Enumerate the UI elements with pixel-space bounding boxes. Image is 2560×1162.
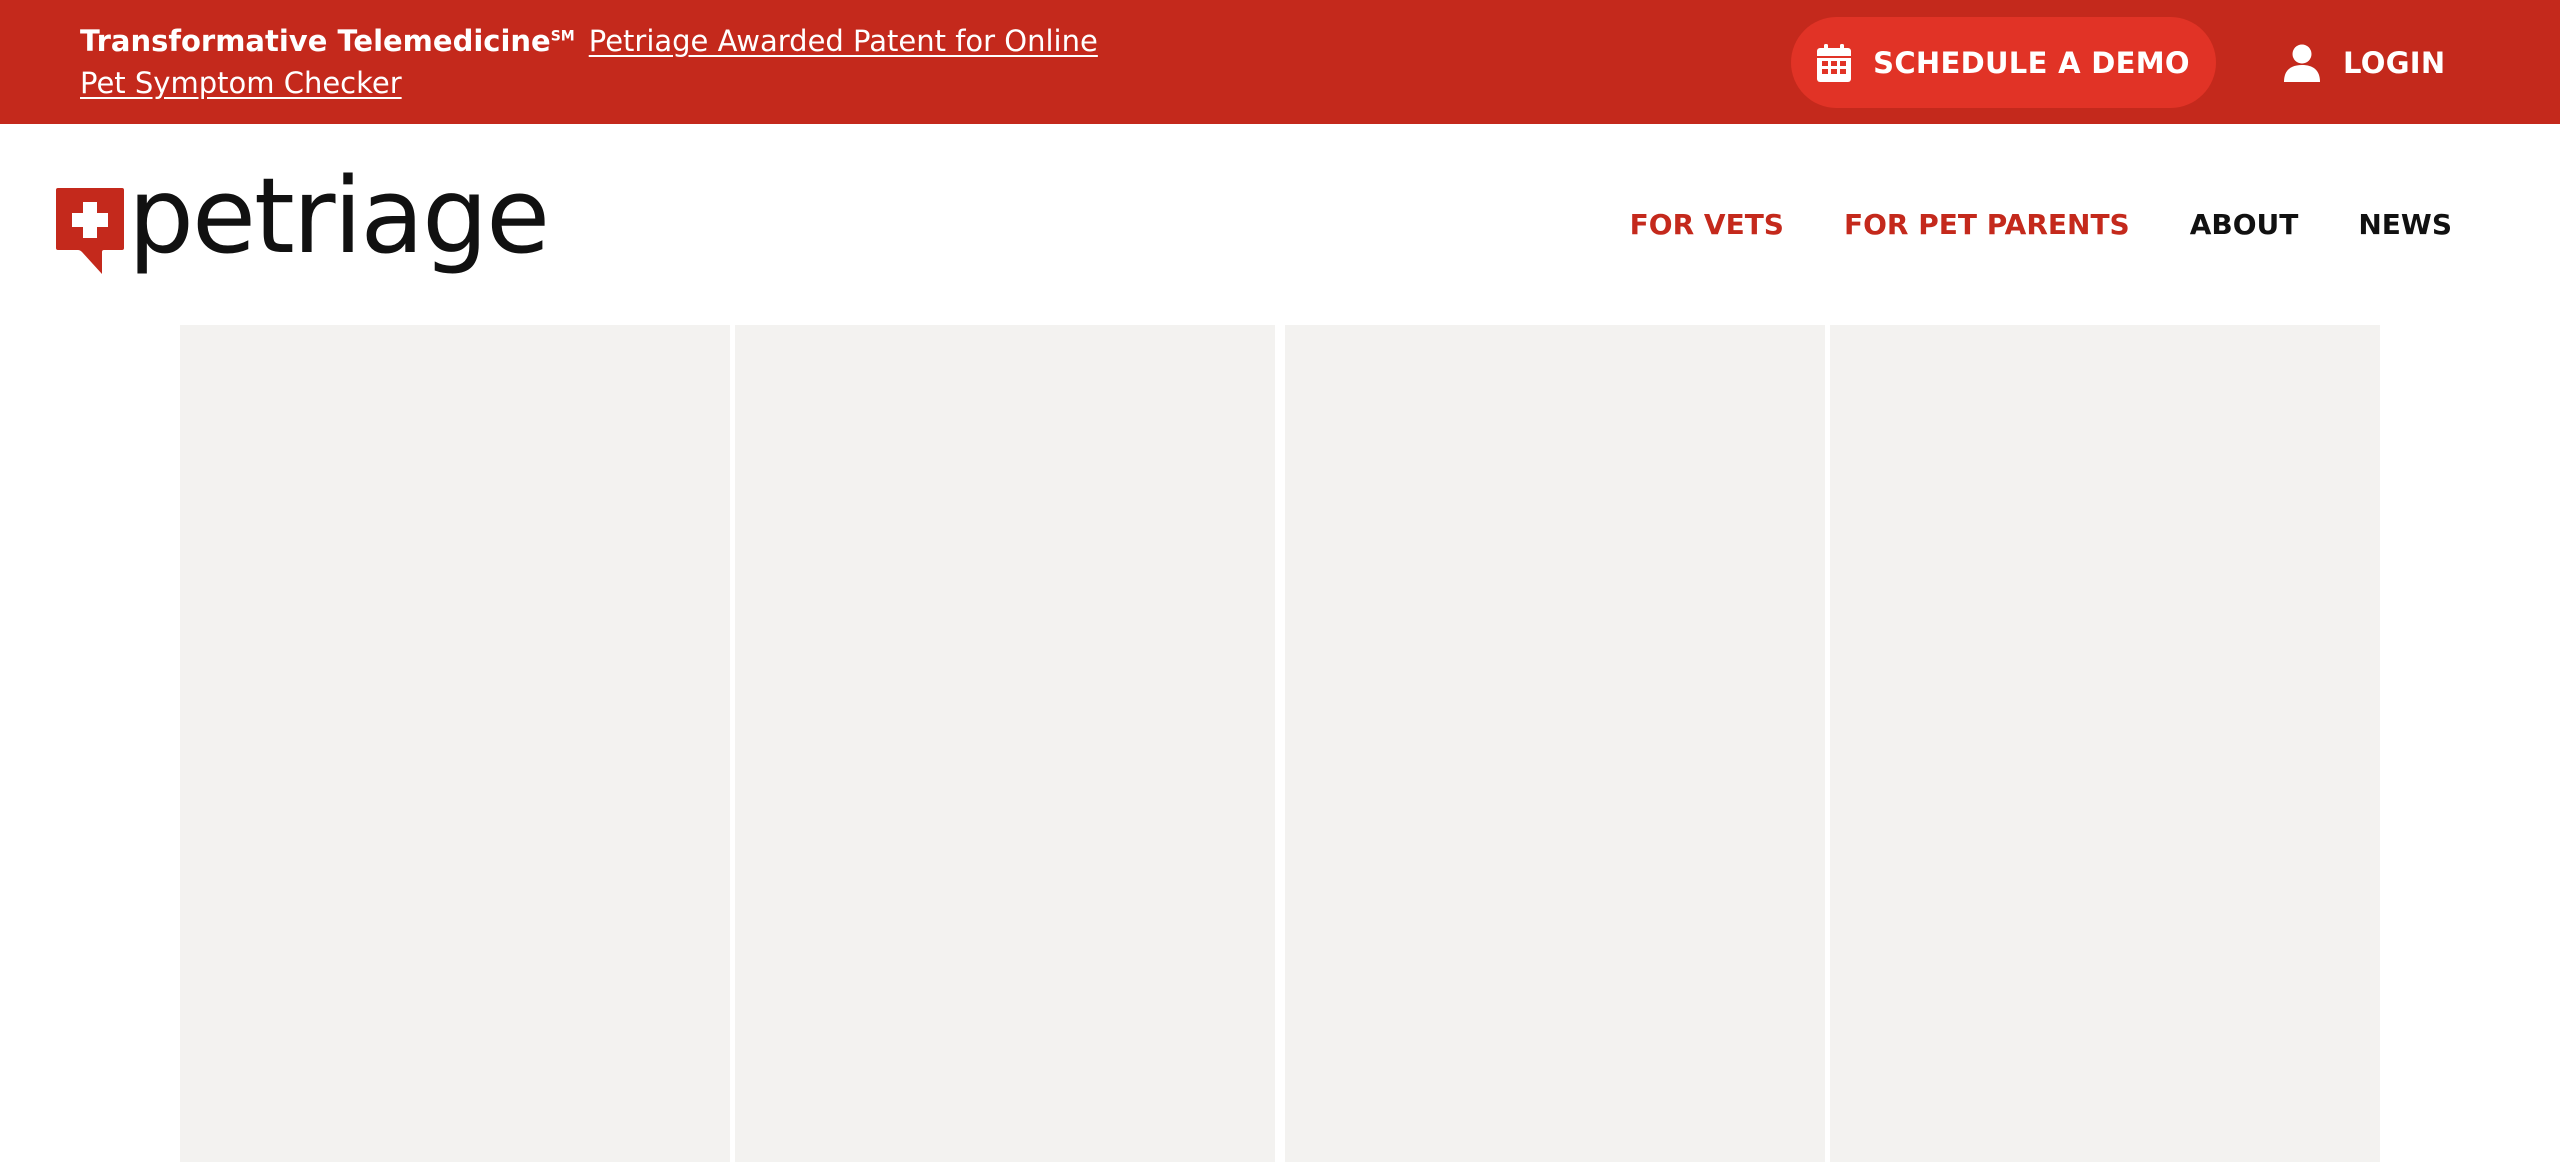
nav-for-vets[interactable]: FOR VETS [1630, 208, 1784, 241]
nav-for-pet-parents[interactable]: FOR PET PARENTS [1844, 208, 2130, 241]
content-panel-4 [1830, 325, 2380, 1162]
medical-cross-chat-bubble-icon [56, 188, 124, 274]
schedule-demo-button[interactable]: SCHEDULE A DEMO [1791, 17, 2216, 108]
content-panel-2 [735, 325, 1275, 1162]
service-mark: SM [550, 28, 575, 45]
login-label: LOGIN [2343, 45, 2446, 80]
logo[interactable]: petriage [56, 164, 556, 284]
content-panel-3 [1285, 325, 1825, 1162]
nav-about[interactable]: ABOUT [2190, 208, 2299, 241]
tagline: Transformative TelemedicineSM [80, 24, 575, 58]
logo-text: petriage [128, 155, 550, 277]
main-nav: FOR VETS FOR PET PARENTS ABOUT NEWS [1630, 124, 2452, 324]
schedule-demo-label: SCHEDULE A DEMO [1873, 45, 2190, 80]
announcement-bar: Transformative TelemedicineSM Petriage Aw… [0, 0, 2560, 124]
content-panel-1 [180, 325, 730, 1162]
content-panels [180, 325, 2380, 1162]
nav-news[interactable]: NEWS [2358, 208, 2452, 241]
announcement: Transformative TelemedicineSM Petriage Aw… [80, 20, 1140, 104]
site-header: petriage FOR VETS FOR PET PARENTS ABOUT … [0, 124, 2560, 324]
user-icon [2284, 44, 2320, 82]
calendar-icon [1817, 43, 1852, 82]
login-button[interactable]: LOGIN [2283, 17, 2445, 108]
